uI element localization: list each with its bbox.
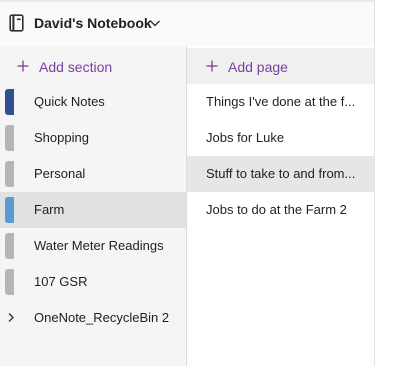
page-label: Jobs for Luke	[206, 130, 285, 145]
top-shadow	[0, 0, 394, 3]
section-personal[interactable]: Personal	[0, 156, 186, 192]
section-group-label: OneNote_RecycleBin 2	[34, 310, 170, 325]
section-farm[interactable]: Farm	[0, 192, 186, 228]
page-label: Stuff to take to and from...	[206, 166, 356, 181]
add-section-button[interactable]: Add section	[0, 48, 186, 84]
section-tab-color	[5, 161, 14, 187]
page-label: Jobs to do at the Farm 2	[206, 202, 347, 217]
onenote-navigation: David's Notebook Add section Quick Notes…	[0, 0, 394, 366]
section-tab-color	[5, 197, 14, 223]
notebook-icon	[9, 14, 24, 32]
section-tab-color	[5, 89, 14, 115]
sections-pane: Add section Quick Notes Shopping Persona…	[0, 46, 186, 366]
page-label: Things I've done at the f...	[206, 94, 356, 109]
section-label: Farm	[34, 202, 65, 217]
chevron-right-icon[interactable]	[7, 312, 15, 323]
section-tab-color	[5, 269, 14, 295]
section-label: Personal	[34, 166, 86, 181]
section-quick-notes[interactable]: Quick Notes	[0, 84, 186, 120]
page-item[interactable]: Things I've done at the f...	[187, 84, 374, 120]
plus-icon	[206, 60, 218, 72]
section-label: Water Meter Readings	[34, 238, 164, 253]
section-tab-color	[5, 233, 14, 259]
chevron-down-icon	[150, 20, 160, 27]
section-group-recycle-bin[interactable]: OneNote_RecycleBin 2	[0, 300, 186, 336]
section-label: Shopping	[34, 130, 89, 145]
section-107-gsr[interactable]: 107 GSR	[0, 264, 186, 300]
plus-icon	[17, 60, 29, 72]
pages-pane: Add page Things I've done at the f... Jo…	[187, 46, 374, 366]
page-item[interactable]: Stuff to take to and from...	[187, 156, 374, 192]
notebook-title: David's Notebook	[34, 15, 152, 31]
add-section-label: Add section	[39, 59, 113, 75]
section-label: 107 GSR	[34, 274, 88, 289]
add-page-label: Add page	[228, 59, 288, 75]
section-water-meter-readings[interactable]: Water Meter Readings	[0, 228, 186, 264]
page-item[interactable]: Jobs to do at the Farm 2	[187, 192, 374, 228]
add-page-button[interactable]: Add page	[187, 48, 374, 84]
section-label: Quick Notes	[34, 94, 105, 109]
section-shopping[interactable]: Shopping	[0, 120, 186, 156]
notebook-switcher[interactable]: David's Notebook	[0, 0, 374, 46]
section-tab-color	[5, 125, 14, 151]
canvas-edge	[375, 0, 394, 366]
page-item[interactable]: Jobs for Luke	[187, 120, 374, 156]
